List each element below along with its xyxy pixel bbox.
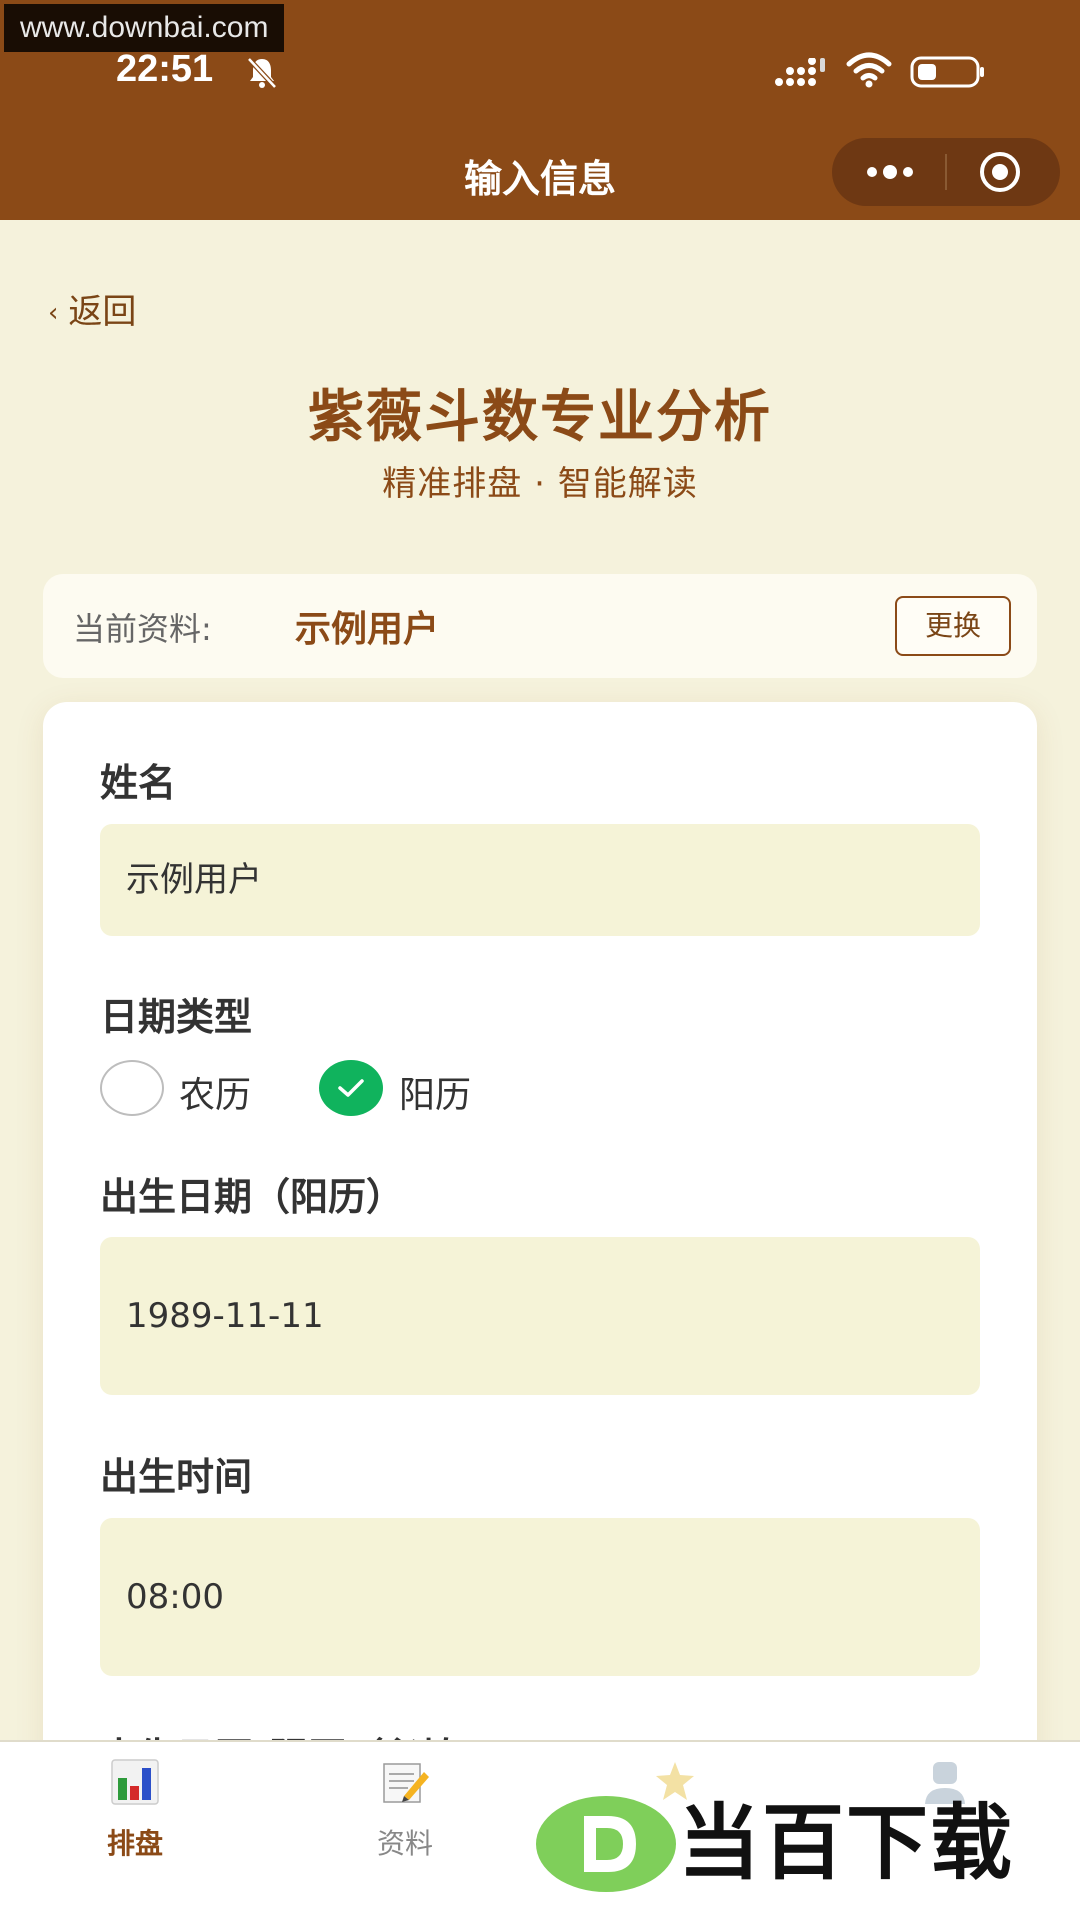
bell-muted-icon [247,57,277,89]
tab-profile-label: 资料 [376,1827,433,1860]
birth-time-picker[interactable]: 08:00 [100,1518,980,1676]
battery-icon [910,56,984,88]
close-target-icon[interactable] [978,150,1022,194]
logo-d-icon [584,1816,636,1872]
profile-name: 示例用户 [295,609,440,650]
check-icon [338,1079,364,1097]
tab-paipan-label: 排盘 [106,1827,163,1860]
page-title: 紫薇斗数专业分析 [308,385,772,450]
date-type-label: 日期类型 [100,995,253,1039]
solar-radio[interactable] [319,1060,383,1116]
capsule-divider [945,154,947,190]
logo-badge [536,1796,676,1892]
chevron-left-icon: ‹ [48,298,59,328]
current-profile-card: 当前资料: 示例用户 更换 [43,574,1037,678]
birth-date-label: 出生日期（阳历） [100,1175,405,1219]
tab-profile[interactable]: 资料 [270,1742,540,1920]
name-input[interactable]: 示例用户 [100,824,980,936]
name-label: 姓名 [100,761,177,805]
signal-icon [775,58,825,86]
more-icon[interactable] [862,158,918,186]
profile-label: 当前资料: [73,610,212,648]
birth-date-picker[interactable]: 1989-11-11 [100,1237,980,1395]
bar-chart-icon [111,1759,159,1805]
solar-radio-label[interactable]: 阳历 [399,1066,471,1118]
lunar-radio-label[interactable]: 农历 [179,1066,251,1118]
back-label: 返回 [68,292,137,332]
back-button[interactable]: ‹ 返回 [48,284,136,333]
change-profile-button[interactable]: 更换 [895,596,1011,656]
tab-paipan[interactable]: 排盘 [0,1742,270,1920]
birth-time-label: 出生时间 [100,1455,253,1499]
notepad-pencil-icon [383,1763,429,1803]
logo-text: 当百下载 [678,1796,1015,1891]
lunar-radio[interactable] [100,1060,164,1116]
page-subtitle: 精准排盘 · 智能解读 [382,464,698,504]
downbai-logo-watermark: 当百下载 [536,1796,1076,1896]
watermark-url: www.downbai.com [4,4,285,52]
form-card: 姓名 示例用户 日期类型 农历 阳历 出生日期（阳历） 1989-11-11 出… [43,702,1037,1920]
mini-program-capsule [832,138,1060,206]
status-time: 22:51 [116,48,214,90]
wifi-icon [846,52,892,88]
